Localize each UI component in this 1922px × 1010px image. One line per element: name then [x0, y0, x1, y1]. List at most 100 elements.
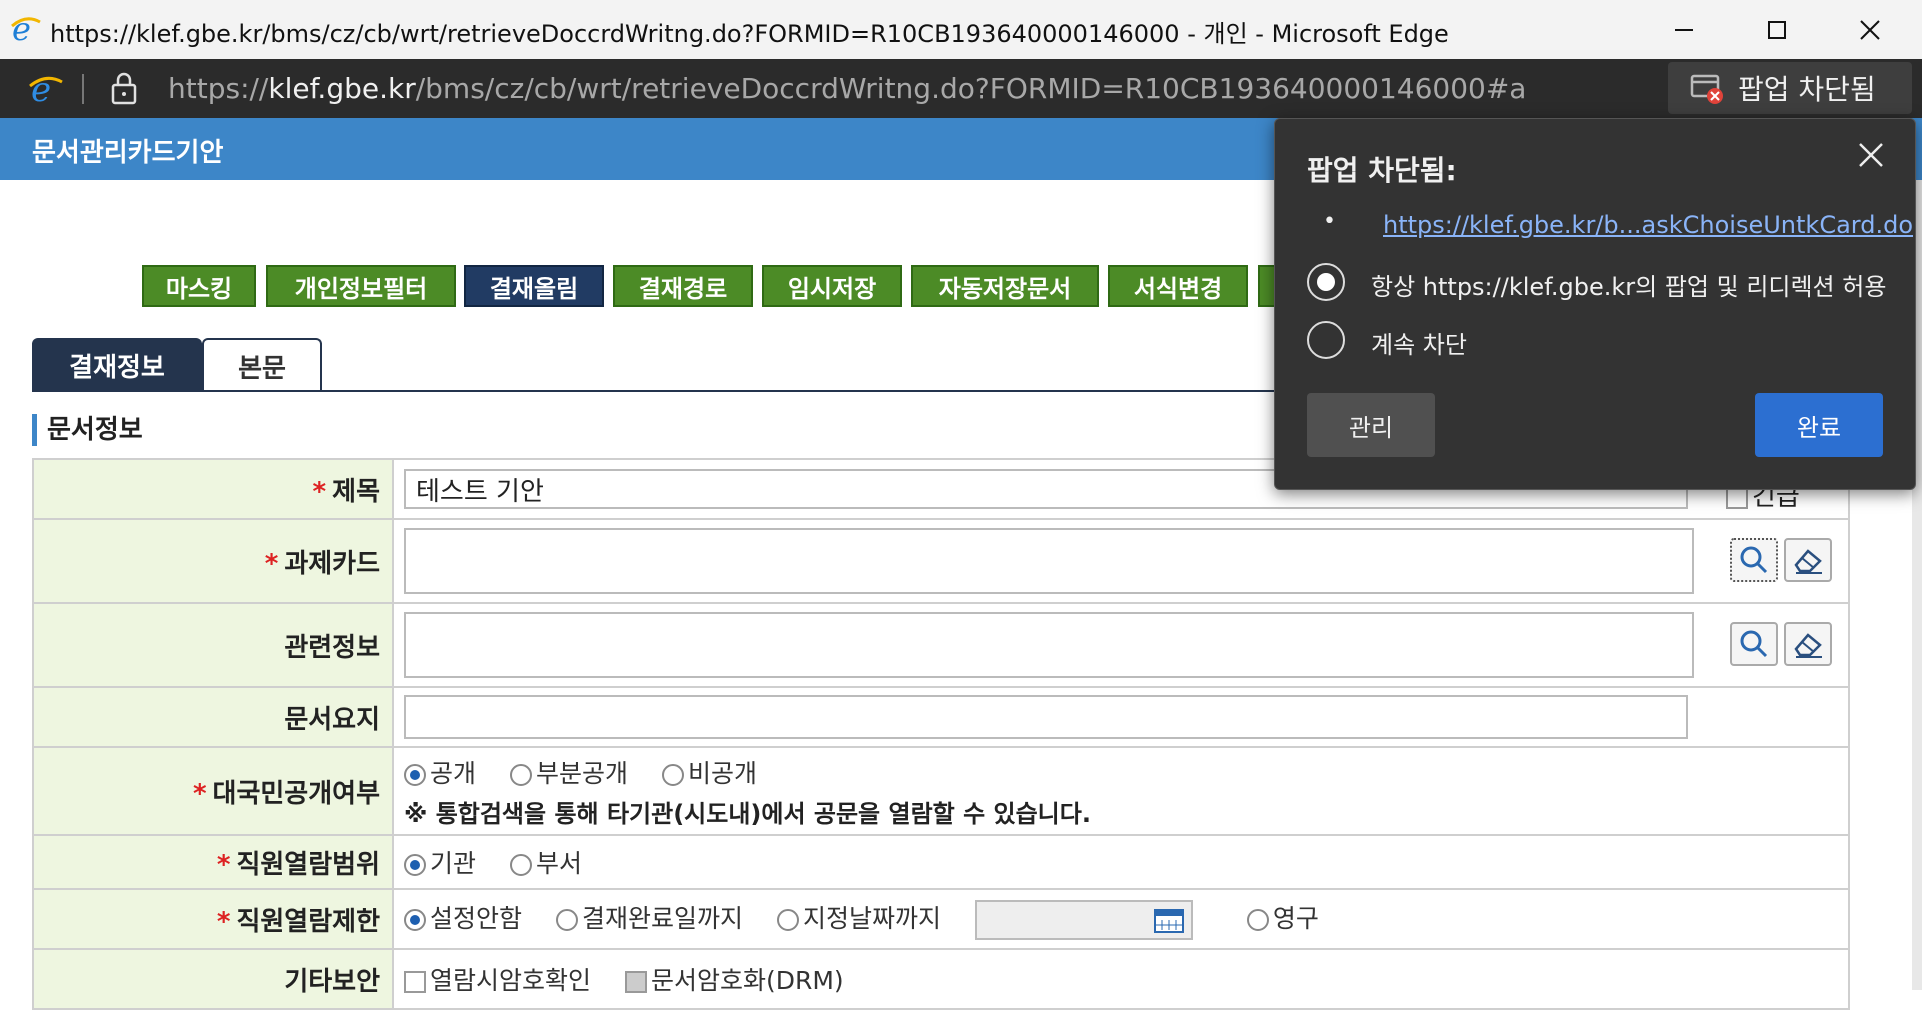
divider — [82, 74, 84, 104]
etc-security-label: 기타보안 — [32, 948, 394, 1010]
row-etc-security: 기타보안 열람시암호확인 문서암호화(DRM) — [32, 948, 1850, 1010]
blocked-popup-link[interactable]: https://klef.gbe.kr/b...askChoiseUntkCar… — [1383, 211, 1913, 239]
public-option-partial[interactable]: 부분공개 — [509, 754, 628, 790]
flyout-close-button[interactable] — [1849, 133, 1893, 177]
required-mark: * — [264, 548, 279, 579]
tab-body[interactable]: 본문 — [202, 338, 322, 392]
close-window-button[interactable] — [1826, 0, 1914, 59]
radio-checked[interactable] — [404, 763, 426, 786]
url-path: /bms/cz/cb/wrt/retrieveDoccrdWritng.do?F… — [415, 72, 1527, 105]
block-option-label[interactable]: 계속 차단 — [1371, 325, 1467, 360]
search-icon — [1740, 630, 1768, 658]
required-mark: * — [312, 476, 327, 507]
public-option-open[interactable]: 공개 — [404, 754, 476, 790]
read-limit-option-until-date[interactable]: 지정날짜까지 — [776, 899, 941, 935]
ie-mode-icon: e — [11, 12, 41, 46]
related-info-cell — [392, 602, 1850, 688]
radio-unchecked[interactable] — [509, 854, 532, 876]
approval-path-button[interactable]: 결재경로 — [613, 265, 753, 307]
task-card-search-button[interactable] — [1730, 538, 1778, 582]
window-title-bar: e https://klef.gbe.kr/bms/cz/cb/wrt/retr… — [0, 0, 1922, 59]
required-mark: * — [192, 778, 207, 809]
temp-save-button[interactable]: 임시저장 — [762, 265, 902, 307]
close-icon — [1860, 19, 1880, 40]
url-scheme: https:// — [168, 72, 269, 105]
summary-label: 문서요지 — [32, 686, 394, 748]
allow-option-label[interactable]: 항상 https://klef.gbe.kr의 팝업 및 리디렉션 허용 — [1371, 267, 1886, 302]
block-radio[interactable] — [1307, 321, 1345, 359]
public-notice: ※ 통합검색을 통해 타기관(시도내)에서 공문을 열람할 수 있습니다. — [404, 799, 1091, 828]
popup-blocked-button[interactable]: 팝업 차단됨 — [1668, 62, 1912, 114]
etc-option-drm[interactable]: 문서암호화(DRM) — [624, 961, 844, 997]
maximize-button[interactable] — [1733, 0, 1821, 59]
etc-security-cell: 열람시암호확인 문서암호화(DRM) — [392, 948, 1850, 1010]
bullet: • — [1323, 209, 1336, 234]
summary-cell — [392, 686, 1850, 748]
document-info-form: * 제목 테스트 기안 긴급 * 과제카드 관련정보 문서요지 * 대국민공개여… — [32, 458, 1850, 1010]
required-mark: * — [216, 906, 231, 937]
read-limit-option-until-complete[interactable]: 결재완료일까지 — [555, 899, 743, 935]
eraser-icon — [1794, 549, 1822, 574]
address-bar: e https://klef.gbe.kr/bms/cz/cb/wrt/retr… — [0, 59, 1922, 118]
change-form-button[interactable]: 서식변경 — [1108, 265, 1248, 307]
task-card-clear-button[interactable] — [1784, 538, 1832, 582]
minimize-icon — [1675, 28, 1693, 31]
submit-approval-button[interactable]: 결재올림 — [464, 265, 604, 307]
related-info-input[interactable] — [404, 612, 1694, 678]
autosave-docs-button[interactable]: 자동저장문서 — [911, 265, 1099, 307]
radio-unchecked[interactable] — [555, 908, 578, 931]
calendar-icon[interactable] — [1153, 906, 1185, 934]
radio-unchecked[interactable] — [661, 763, 684, 786]
read-scope-option-org[interactable]: 기관 — [404, 844, 476, 880]
ie-mode-icon[interactable]: e — [28, 71, 64, 107]
row-summary: 문서요지 — [32, 686, 1850, 748]
radio-unchecked[interactable] — [509, 763, 532, 786]
row-related-info: 관련정보 — [32, 602, 1850, 688]
radio-checked[interactable] — [404, 854, 426, 876]
row-read-limit: * 직원열람제한 설정안함 결재완료일까지 지정날짜까지 영구 — [32, 888, 1850, 950]
read-scope-option-dept[interactable]: 부서 — [509, 844, 582, 880]
row-read-scope: * 직원열람범위 기관 부서 — [32, 834, 1850, 890]
lock-icon[interactable] — [110, 71, 138, 105]
minimize-button[interactable] — [1640, 0, 1728, 59]
url-field[interactable]: https://klef.gbe.kr/bms/cz/cb/wrt/retrie… — [168, 72, 1526, 105]
public-option-closed[interactable]: 비공개 — [661, 754, 757, 790]
maximize-icon — [1768, 20, 1786, 39]
read-limit-option-forever[interactable]: 영구 — [1246, 899, 1319, 935]
radio-unchecked[interactable] — [1246, 908, 1269, 931]
radio-checked[interactable] — [404, 908, 426, 931]
popup-blocked-label: 팝업 차단됨 — [1738, 73, 1876, 106]
title-label: * 제목 — [32, 458, 394, 520]
svg-text:e: e — [12, 12, 31, 46]
task-card-input[interactable] — [404, 528, 1694, 594]
radio-unchecked[interactable] — [776, 908, 799, 931]
public-cell: 공개 부분공개 비공개 ※ 통합검색을 통해 타기관(시도내)에서 공문을 열람… — [392, 746, 1850, 836]
close-icon — [1859, 143, 1883, 167]
privacy-filter-button[interactable]: 개인정보필터 — [266, 265, 456, 307]
related-info-label: 관련정보 — [32, 602, 394, 688]
date-input[interactable] — [974, 899, 1193, 940]
related-info-search-button[interactable] — [1730, 622, 1778, 666]
read-scope-label: * 직원열람범위 — [32, 834, 394, 890]
manage-button[interactable]: 관리 — [1307, 393, 1435, 457]
read-limit-option-none[interactable]: 설정안함 — [404, 899, 522, 935]
summary-input[interactable] — [404, 695, 1688, 739]
page-title: 문서관리카드기안 — [32, 138, 224, 168]
row-public: * 대국민공개여부 공개 부분공개 비공개 ※ 통합검색을 통해 타기관(시도내)… — [32, 746, 1850, 836]
read-limit-label: * 직원열람제한 — [32, 888, 394, 950]
allow-radio[interactable] — [1307, 263, 1345, 301]
tab-approval-info[interactable]: 결재정보 — [32, 338, 202, 392]
etc-option-pw-check[interactable]: 열람시암호확인 — [404, 961, 591, 997]
search-icon — [1740, 546, 1768, 574]
url-host: klef.gbe.kr — [268, 72, 416, 105]
flyout-title: 팝업 차단됨: — [1307, 154, 1457, 187]
popup-blocked-flyout: 팝업 차단됨: • https://klef.gbe.kr/b...askCho… — [1274, 118, 1916, 490]
public-label: * 대국민공개여부 — [32, 746, 394, 836]
required-mark: * — [216, 849, 231, 880]
svg-text:e: e — [31, 71, 51, 107]
done-button[interactable]: 완료 — [1755, 393, 1883, 457]
masking-button[interactable]: 마스킹 — [142, 265, 256, 307]
related-info-clear-button[interactable] — [1784, 622, 1832, 666]
row-task-card: * 과제카드 — [32, 518, 1850, 604]
task-card-label: * 과제카드 — [32, 518, 394, 604]
